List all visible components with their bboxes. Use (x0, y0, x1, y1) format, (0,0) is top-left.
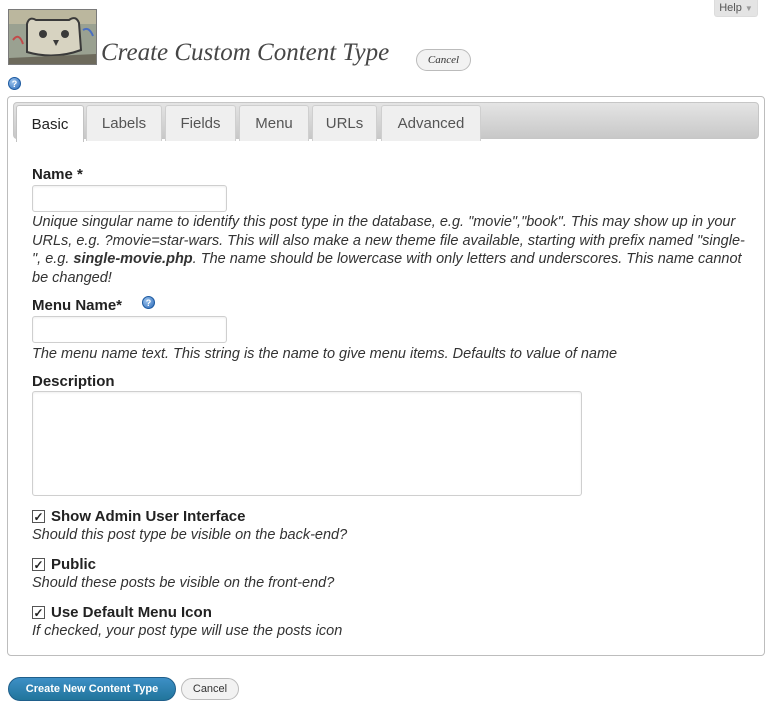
content-type-panel: Basic Labels Fields Menu URLs Advanced N… (7, 96, 765, 656)
help-icon[interactable]: ? (8, 77, 21, 90)
public-row[interactable]: ✓ Public (32, 556, 96, 573)
menu-name-help-icon[interactable]: ? (142, 296, 155, 309)
tab-basic[interactable]: Basic (16, 105, 84, 142)
public-description: Should these posts be visible on the fro… (32, 575, 335, 591)
name-input[interactable] (32, 185, 227, 212)
tab-menu[interactable]: Menu (239, 105, 309, 141)
tab-fields[interactable]: Fields (165, 105, 236, 141)
public-label: Public (51, 556, 97, 573)
page-header-image (8, 9, 97, 65)
chevron-down-icon: ▼ (744, 3, 753, 13)
show-admin-ui-row[interactable]: ✓ Show Admin User Interface (32, 508, 246, 525)
name-label: Name * (32, 166, 83, 183)
show-admin-ui-label: Show Admin User Interface (51, 508, 246, 525)
description-label: Description (32, 373, 115, 390)
default-menu-icon-description: If checked, your post type will use the … (32, 623, 343, 639)
show-admin-ui-checkbox[interactable]: ✓ (32, 510, 45, 523)
default-menu-icon-row[interactable]: ✓ Use Default Menu Icon (32, 604, 212, 621)
tab-advanced[interactable]: Advanced (381, 105, 481, 141)
default-menu-icon-checkbox[interactable]: ✓ (32, 606, 45, 619)
help-tab-label: Help (719, 2, 742, 14)
tab-labels[interactable]: Labels (86, 105, 162, 141)
footer-cancel-button[interactable]: Cancel (181, 678, 239, 700)
show-admin-ui-description: Should this post type be visible on the … (32, 527, 348, 543)
header-cancel-button[interactable]: Cancel (416, 49, 471, 71)
menu-name-description: The menu name text. This string is the n… (32, 346, 618, 362)
create-content-type-button[interactable]: Create New Content Type (8, 677, 176, 701)
help-tab[interactable]: Help ▼ (714, 0, 758, 17)
name-description: Unique singular name to identify this po… (32, 214, 745, 286)
page-title: Create Custom Content Type (101, 39, 390, 66)
tab-urls[interactable]: URLs (312, 105, 377, 141)
menu-name-input[interactable] (32, 316, 227, 343)
menu-name-label: Menu Name* (32, 297, 123, 314)
default-menu-icon-label: Use Default Menu Icon (51, 604, 212, 621)
graffiti-image (9, 10, 96, 64)
public-checkbox[interactable]: ✓ (32, 558, 45, 571)
description-textarea[interactable] (32, 391, 582, 496)
